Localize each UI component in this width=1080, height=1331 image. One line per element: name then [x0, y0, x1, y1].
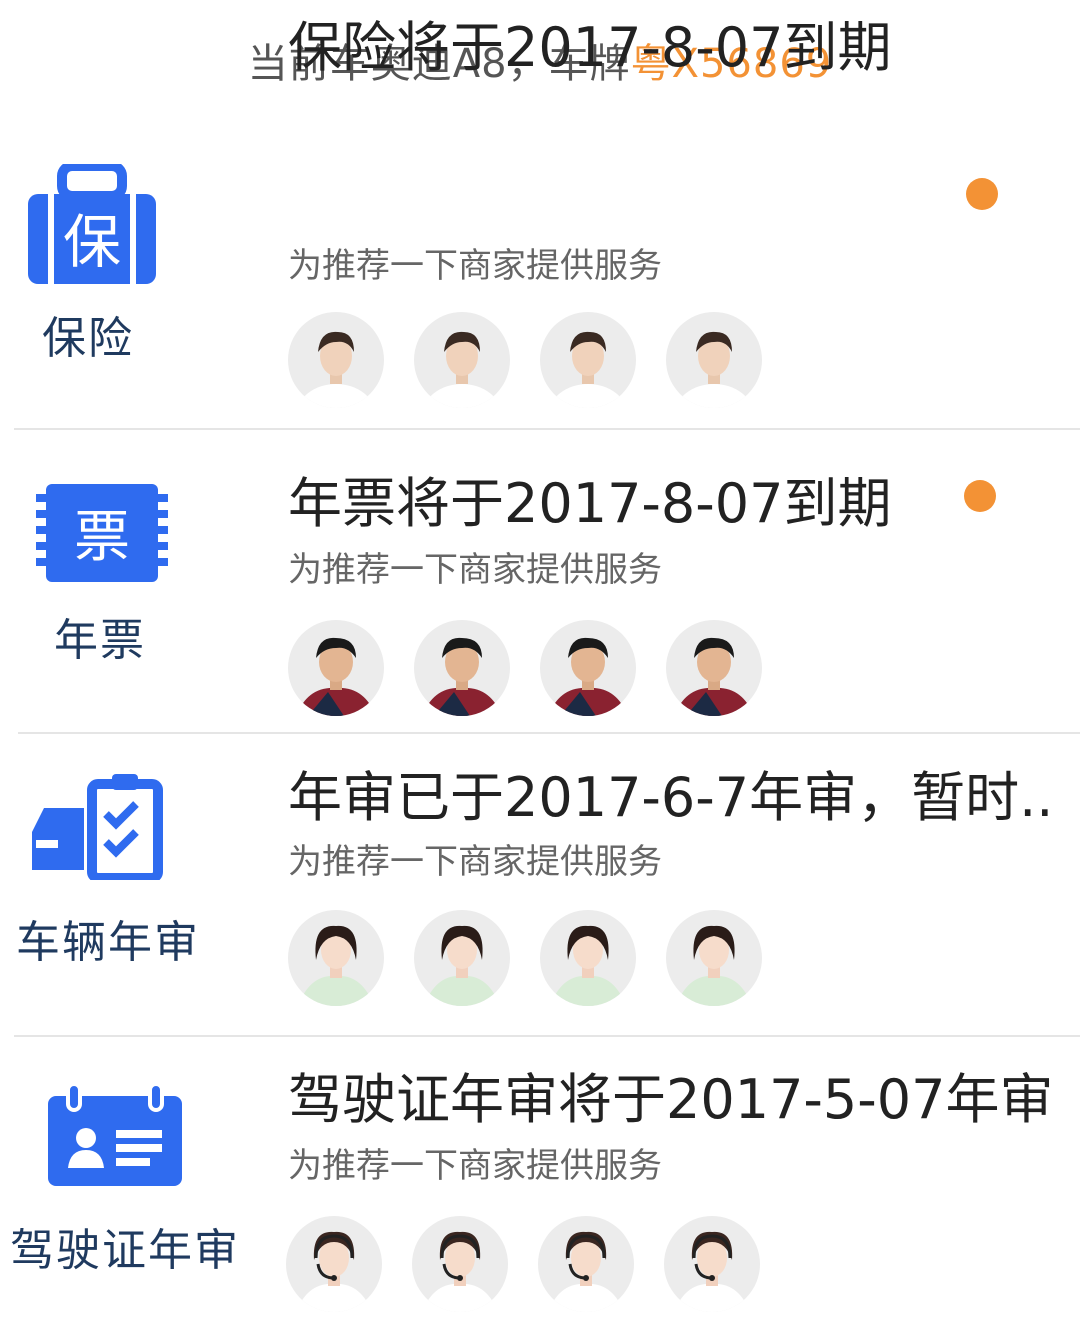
unread-dot	[966, 178, 998, 210]
merchant-avatars	[288, 312, 762, 408]
insurance-card[interactable]: 保 保险 保险将于2017-8-07到期 为推荐一下商家提供服务	[0, 16, 1080, 430]
card-divider	[18, 732, 1080, 734]
unread-dot	[964, 480, 996, 512]
card-subtitle: 为推荐一下商家提供服务	[288, 1146, 662, 1186]
license-card-icon	[46, 1082, 184, 1192]
female-agent-avatar[interactable]	[288, 910, 384, 1006]
merchant-avatars	[288, 910, 762, 1006]
headset-agent-avatar[interactable]	[538, 1216, 634, 1312]
female-agent-avatar[interactable]	[540, 910, 636, 1006]
headset-agent-avatar[interactable]	[286, 1216, 382, 1312]
category-label: 年票	[54, 615, 146, 666]
category-label: 保险	[42, 313, 134, 364]
card-title: 年审已于2017-6-7年审，暂时..	[288, 766, 1054, 829]
card-title: 保险将于2017-8-07到期	[288, 16, 892, 79]
male-agent-avatar[interactable]	[540, 620, 636, 716]
vehicle-inspection-card[interactable]: 车辆年审 年审已于2017-6-7年审，暂时.. 为推荐一下商家提供服务	[0, 760, 1080, 1035]
male-agent-avatar[interactable]	[414, 312, 510, 408]
merchant-avatars	[286, 1216, 760, 1312]
annual-ticket-icon: 票	[36, 484, 168, 586]
male-agent-avatar[interactable]	[288, 312, 384, 408]
card-title: 驾驶证年审将于2017-5-07年审	[288, 1068, 1054, 1131]
male-agent-avatar[interactable]	[540, 312, 636, 408]
license-inspection-card[interactable]: 驾驶证年审 驾驶证年审将于2017-5-07年审 为推荐一下商家提供服务	[0, 1062, 1080, 1331]
annual-ticket-icon-char: 票	[74, 505, 130, 570]
card-subtitle: 为推荐一下商家提供服务	[288, 842, 662, 882]
male-agent-avatar[interactable]	[666, 312, 762, 408]
female-agent-avatar[interactable]	[666, 910, 762, 1006]
merchant-avatars	[288, 620, 762, 716]
insurance-icon: 保	[26, 161, 158, 290]
vehicle-inspection-icon	[28, 770, 164, 884]
headset-agent-avatar[interactable]	[664, 1216, 760, 1312]
card-title: 年票将于2017-8-07到期	[288, 472, 892, 535]
male-agent-avatar[interactable]	[414, 620, 510, 716]
card-subtitle: 为推荐一下商家提供服务	[288, 550, 662, 590]
insurance-icon-char: 保	[63, 208, 121, 276]
card-divider	[14, 1035, 1080, 1037]
male-agent-avatar[interactable]	[666, 620, 762, 716]
card-divider	[14, 428, 1080, 430]
annual-ticket-card[interactable]: 票 年票 年票将于2017-8-07到期 为推荐一下商家提供服务	[0, 458, 1080, 733]
headset-agent-avatar[interactable]	[412, 1216, 508, 1312]
category-label: 车辆年审	[16, 917, 200, 968]
category-label: 驾驶证年审	[10, 1225, 240, 1276]
female-agent-avatar[interactable]	[414, 910, 510, 1006]
card-subtitle: 为推荐一下商家提供服务	[288, 246, 662, 286]
male-agent-avatar[interactable]	[288, 620, 384, 716]
